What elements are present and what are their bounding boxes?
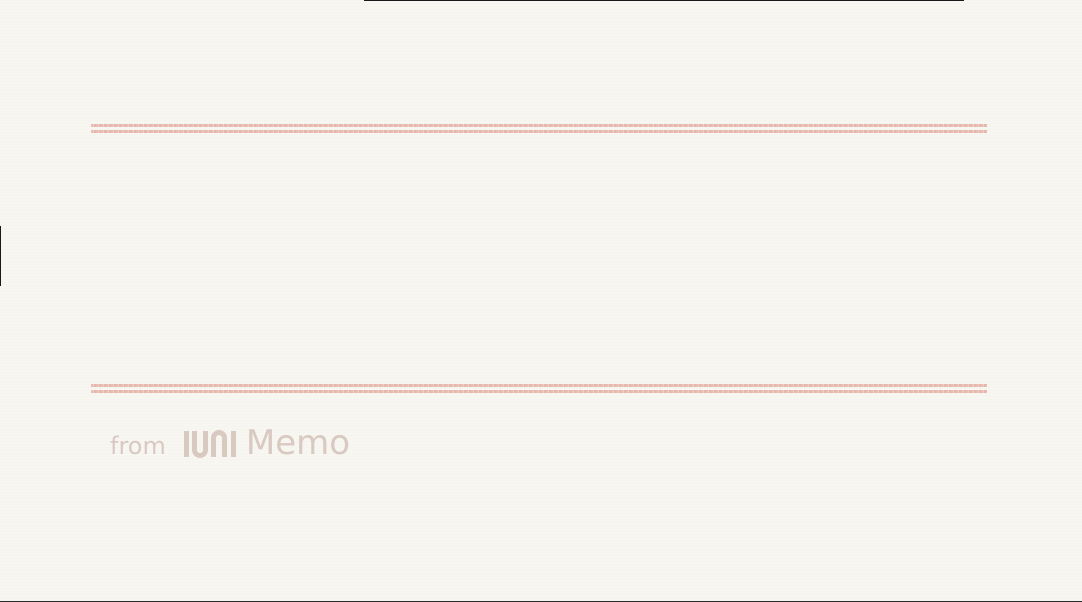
top-rule-line xyxy=(91,130,987,133)
text-cursor xyxy=(0,226,1,286)
iuni-logo-icon xyxy=(183,430,238,458)
bottom-rule-line xyxy=(91,390,987,393)
brand-name: Memo xyxy=(245,423,351,463)
from-label: from xyxy=(110,432,166,460)
memo-card: from Memo xyxy=(0,0,1082,602)
memo-signature: from Memo xyxy=(110,410,350,460)
top-rule-line xyxy=(91,124,987,127)
window-top-edge xyxy=(364,0,964,1)
bottom-rule-line xyxy=(91,384,987,387)
memo-body[interactable] xyxy=(91,140,987,378)
